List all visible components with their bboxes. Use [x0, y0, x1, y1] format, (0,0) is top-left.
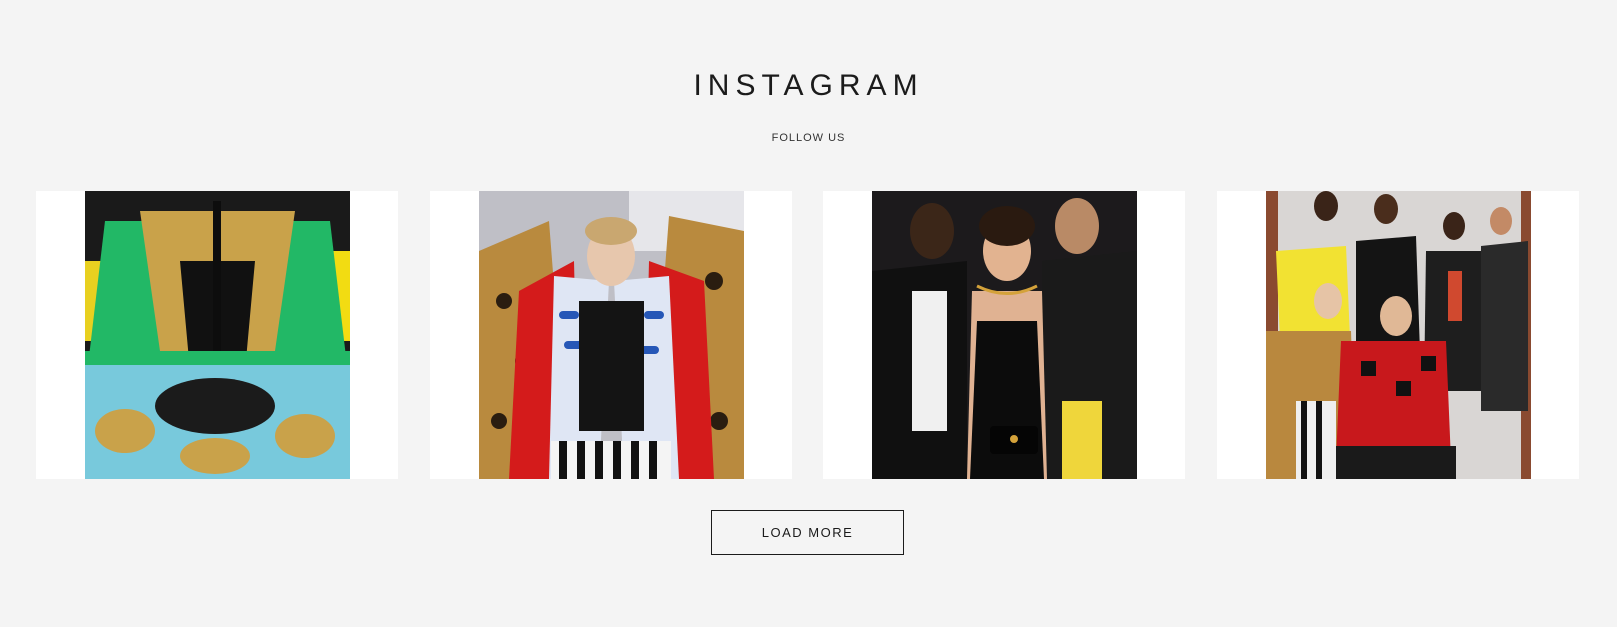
follow-us-link[interactable]: FOLLOW US [0, 132, 1617, 144]
instagram-post-card[interactable] [36, 191, 398, 479]
instagram-post-image[interactable] [85, 191, 350, 479]
instagram-grid [36, 191, 1580, 479]
load-more-button[interactable]: LOAD MORE [711, 510, 904, 555]
section-title: INSTAGRAM [693, 69, 924, 102]
instagram-section: INSTAGRAM FOLLOW US LOAD MORE [0, 0, 1617, 627]
instagram-post-card[interactable] [1217, 191, 1579, 479]
instagram-post-image[interactable] [872, 191, 1137, 479]
instagram-post-image[interactable] [479, 191, 744, 479]
instagram-post-card[interactable] [430, 191, 792, 479]
instagram-post-image[interactable] [1266, 191, 1531, 479]
instagram-post-card[interactable] [823, 191, 1185, 479]
